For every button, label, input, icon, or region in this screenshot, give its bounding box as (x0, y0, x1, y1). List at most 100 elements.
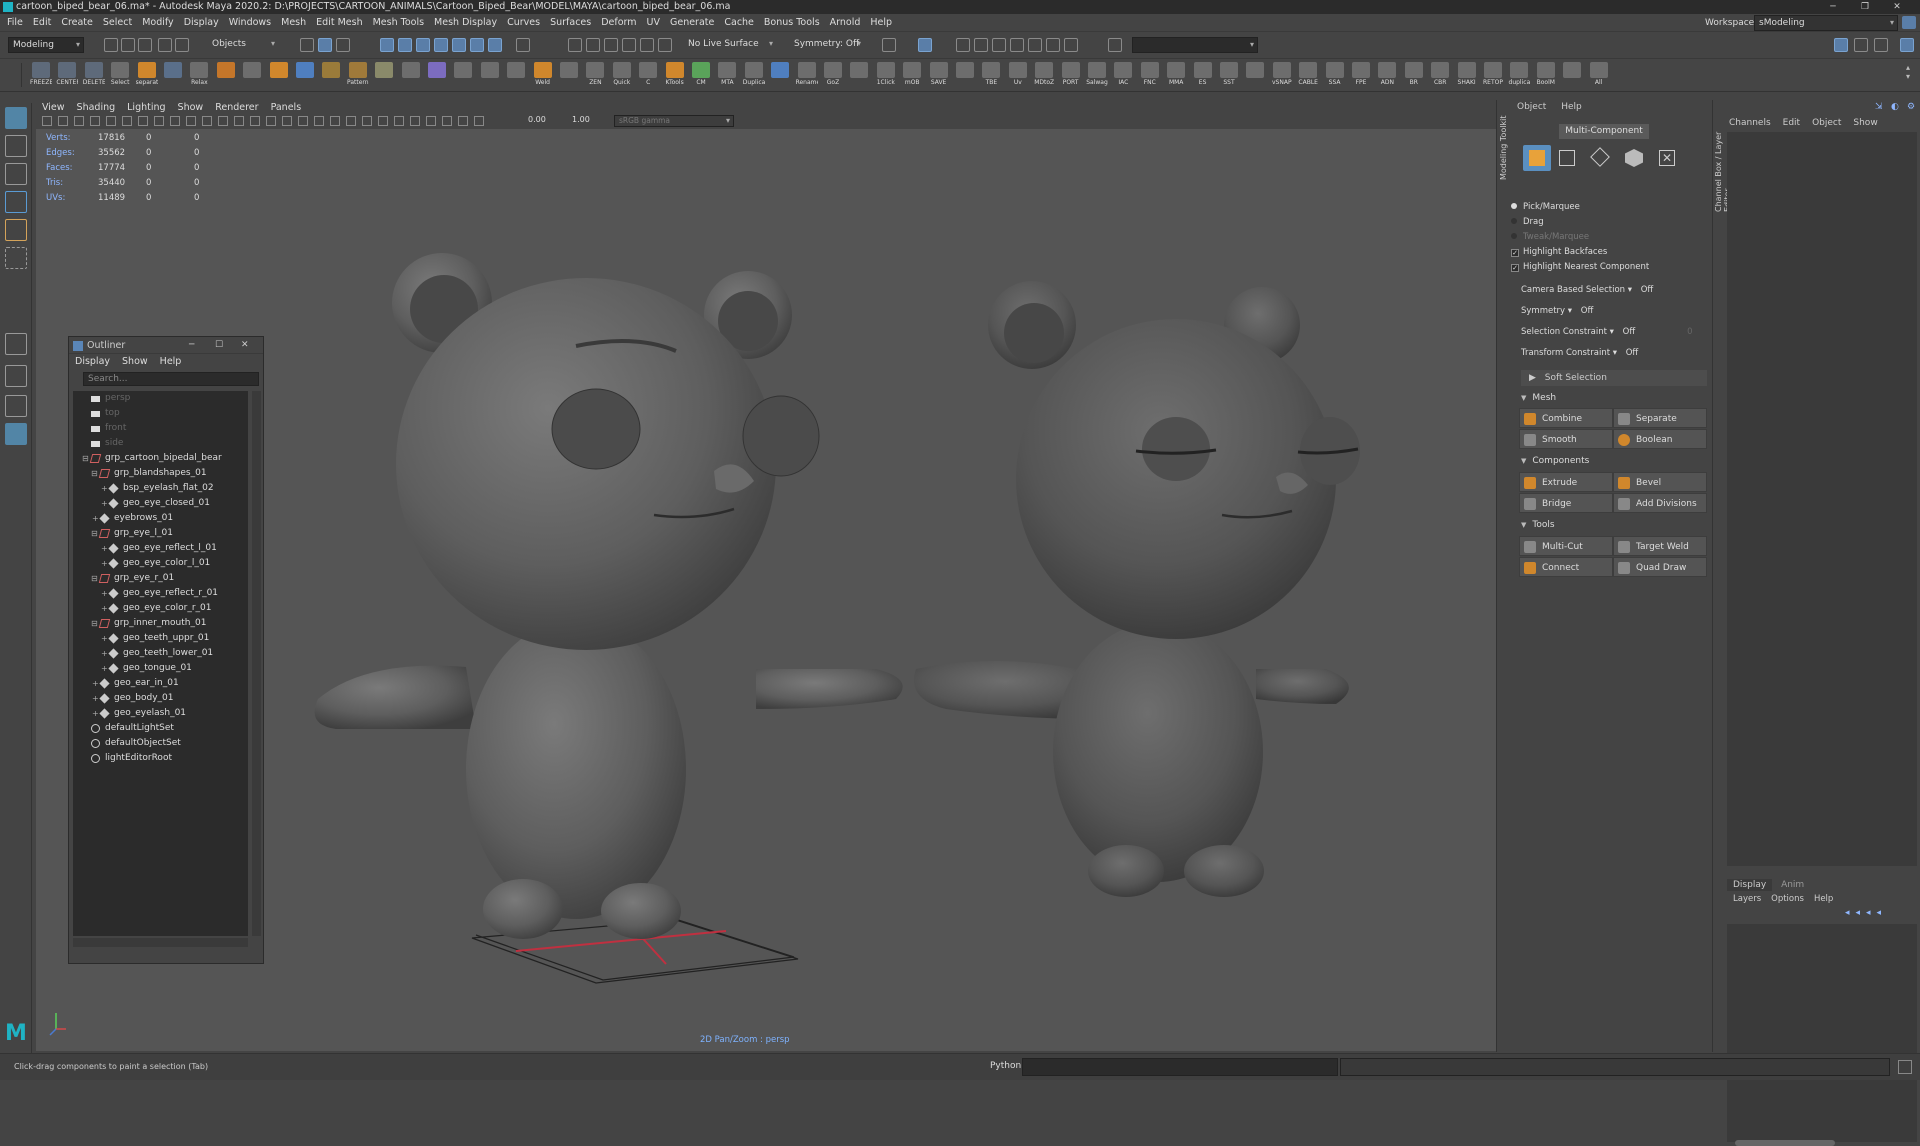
maximize-button[interactable]: ❐ (1852, 0, 1878, 14)
render-frame-icon[interactable] (956, 38, 970, 52)
snap-surface-icon[interactable] (640, 38, 654, 52)
select-object-icon[interactable] (318, 38, 332, 52)
menu-select[interactable]: Select (98, 14, 137, 32)
select-handles-icon[interactable] (488, 38, 502, 52)
highlight-nearest-checkbox[interactable]: ✓ Highlight Nearest Component (1511, 262, 1649, 272)
shelf-button-3[interactable]: DELETE (83, 61, 105, 89)
viewport-toolbar-icon[interactable] (410, 116, 420, 126)
shelf-button-17[interactable] (452, 61, 474, 89)
outliner-item[interactable]: ⊟ grp_eye_r_01 (73, 571, 248, 586)
shelf-button-40[interactable]: PORT (1060, 61, 1082, 89)
outliner-item[interactable]: ⊟ grp_blandshapes_01 (73, 466, 248, 481)
outliner-item[interactable]: + geo_eyelash_01 (73, 706, 248, 721)
menu-display[interactable]: Display (179, 14, 224, 32)
shelf-button-14[interactable] (373, 61, 395, 89)
menu-surfaces[interactable]: Surfaces (545, 14, 596, 32)
selection-constraint-dropdown[interactable]: Selection Constraint ▾ Off 0 (1521, 327, 1693, 337)
shelf-button-39[interactable]: MDtoZ (1033, 61, 1055, 89)
layer-menu-options[interactable]: Options (1771, 894, 1804, 904)
expand-icon[interactable]: + (101, 646, 108, 661)
menu-bonus-tools[interactable]: Bonus Tools (759, 14, 825, 32)
outliner-item[interactable]: ⊟ grp_inner_mouth_01 (73, 616, 248, 631)
shelf-button-29[interactable] (769, 61, 791, 89)
menu-edit-mesh[interactable]: Edit Mesh (311, 14, 367, 32)
select-vertex-icon[interactable] (398, 38, 412, 52)
viewport-toolbar-icon[interactable] (186, 116, 196, 126)
viewport-toolbar-icon[interactable] (442, 116, 452, 126)
channel-box-pin-icon[interactable]: ⇲ (1875, 102, 1883, 112)
shelf-button-53[interactable]: BR (1403, 61, 1425, 89)
move-tool-icon[interactable] (5, 191, 27, 213)
redo-icon[interactable] (175, 38, 189, 52)
colorspace-dropdown[interactable]: sRGB gamma (614, 115, 734, 127)
viewport-toolbar-icon[interactable] (426, 116, 436, 126)
viewport-toolbar-icon[interactable] (218, 116, 228, 126)
channel-box-settings-icon[interactable]: ⚙ (1907, 102, 1915, 112)
viewport-toolbar-icon[interactable] (58, 116, 68, 126)
outliner-item[interactable]: + geo_teeth_lower_01 (73, 646, 248, 661)
expand-icon[interactable]: + (92, 676, 99, 691)
expand-icon[interactable]: ⊟ (91, 616, 98, 631)
edge-mode-icon[interactable] (1590, 147, 1610, 167)
shelf-button-15[interactable] (400, 61, 422, 89)
persp-graph-layout-icon[interactable] (5, 423, 27, 445)
outliner-item[interactable]: + bsp_eyelash_flat_02 (73, 481, 248, 496)
outliner-close-button[interactable]: ✕ (241, 337, 249, 354)
expand-icon[interactable]: + (101, 661, 108, 676)
expand-icon[interactable]: + (101, 541, 108, 556)
select-edge-icon[interactable] (416, 38, 430, 52)
mtk-menu-object[interactable]: Object (1517, 102, 1546, 112)
shelf-button-21[interactable] (558, 61, 580, 89)
menu-uv[interactable]: UV (642, 14, 665, 32)
shelf-button-31[interactable]: GoZ (822, 61, 844, 89)
target-weld-button[interactable]: Target Weld (1613, 536, 1707, 556)
shelf-button-23[interactable]: Quick (611, 61, 633, 89)
viewport-toolbar-icon[interactable] (282, 116, 292, 126)
shelf-button-56[interactable]: RETOP (1482, 61, 1504, 89)
menu-arnold[interactable]: Arnold (825, 14, 866, 32)
shelf-button-13[interactable]: Pattern (347, 61, 369, 89)
script-editor-icon[interactable] (1898, 1060, 1912, 1074)
shelf-button-60[interactable]: All (1588, 61, 1610, 89)
quad-draw-button[interactable]: Quad Draw (1613, 557, 1707, 577)
shelf-button-8[interactable] (215, 61, 237, 89)
snap-grid-icon[interactable] (568, 38, 582, 52)
layer-list-area[interactable] (1727, 924, 1917, 1142)
outliner-item[interactable]: + geo_eye_closed_01 (73, 496, 248, 511)
channel-list-area[interactable] (1727, 132, 1917, 866)
live-surface-dropdown[interactable]: No Live Surface (684, 37, 776, 53)
extrude-button[interactable]: Extrude (1519, 472, 1613, 492)
outliner-horizontal-scrollbar[interactable] (73, 938, 248, 947)
scale-tool-icon[interactable] (5, 247, 27, 269)
layer-tab-anim[interactable]: Anim (1775, 879, 1810, 891)
shelf-button-59[interactable] (1561, 61, 1583, 89)
shelf-button-5[interactable]: separat (136, 61, 158, 89)
viewport-toolbar-icon[interactable] (138, 116, 148, 126)
shelf-button-28[interactable]: Duplica (743, 61, 765, 89)
shelf-button-30[interactable]: Rename (796, 61, 818, 89)
shelf-button-16[interactable] (426, 61, 448, 89)
shelf-button-32[interactable] (848, 61, 870, 89)
viewport-toolbar-icon[interactable] (170, 116, 180, 126)
object-mode-icon[interactable] (1523, 145, 1551, 171)
outliner-menu-display[interactable]: Display (69, 356, 116, 367)
select-uv-icon[interactable] (452, 38, 466, 52)
symmetry-option-dropdown[interactable]: Symmetry ▾ Off (1521, 306, 1593, 316)
select-tool-icon[interactable] (5, 107, 27, 129)
input-field-mode-icon[interactable] (1108, 38, 1122, 52)
viewport-toolbar-icon[interactable] (122, 116, 132, 126)
select-hierarchy-icon[interactable] (300, 38, 314, 52)
pause-viewport-icon[interactable] (1064, 38, 1078, 52)
outliner-item[interactable]: + geo_eye_reflect_r_01 (73, 586, 248, 601)
shelf-button-25[interactable]: KTools (664, 61, 686, 89)
save-scene-icon[interactable] (138, 38, 152, 52)
shelf-button-57[interactable]: duplica (1508, 61, 1530, 89)
select-component-icon[interactable] (336, 38, 350, 52)
channel-menu-show[interactable]: Show (1853, 118, 1877, 128)
outliner-menu-show[interactable]: Show (116, 356, 154, 367)
viewport-toolbar-icon[interactable] (234, 116, 244, 126)
outliner-item[interactable]: + geo_teeth_uppr_01 (73, 631, 248, 646)
exposure-field[interactable]: 0.00 (528, 115, 546, 124)
mesh-section-header[interactable]: Mesh (1521, 393, 1556, 403)
viewport-menu-view[interactable]: View (36, 100, 71, 116)
